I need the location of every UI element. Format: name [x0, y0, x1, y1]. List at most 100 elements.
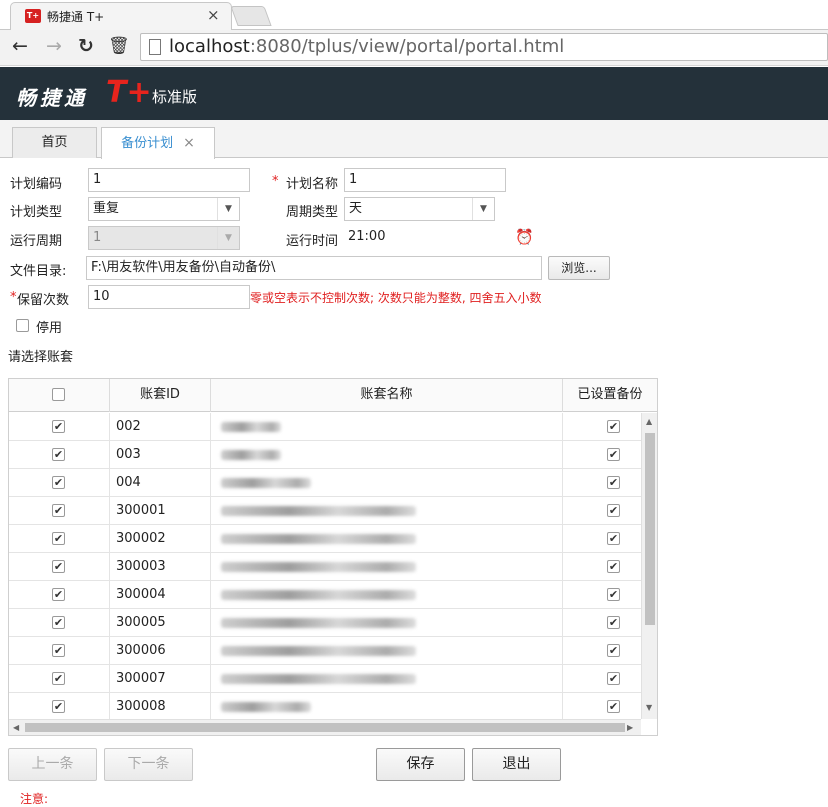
browse-button[interactable]: 浏览... — [548, 256, 610, 280]
browser-tab[interactable]: T+ 畅捷通 T+ × — [10, 2, 232, 30]
account-name-cell — [211, 581, 563, 609]
redacted-name — [221, 646, 416, 656]
header-backup-set[interactable]: 已设置备份 — [563, 379, 657, 412]
table-row[interactable]: ✔ 300003 ✔ — [9, 553, 641, 581]
redacted-name — [221, 562, 416, 572]
note-label: 注意: — [20, 792, 49, 806]
next-record-button[interactable]: 下一条 — [104, 748, 193, 781]
scroll-right-icon[interactable]: ▶ — [627, 723, 633, 732]
tab-backup-plan[interactable]: 备份计划 × — [101, 127, 215, 159]
row-checkbox[interactable]: ✔ — [52, 672, 65, 685]
alarm-clock-icon[interactable]: ⏰ — [515, 226, 534, 248]
forward-arrow-icon[interactable]: → — [46, 35, 62, 57]
horizontal-scrollbar[interactable]: ◀ ▶ — [9, 719, 641, 735]
row-checkbox[interactable]: ✔ — [52, 700, 65, 713]
row-select-cell: ✔ — [9, 553, 110, 581]
reload-icon[interactable]: ↻ — [78, 35, 94, 57]
row-select-cell: ✔ — [9, 525, 110, 553]
backup-checkbox[interactable]: ✔ — [607, 672, 620, 685]
new-tab-button[interactable] — [230, 6, 272, 26]
table-row[interactable]: ✔ 300008 ✔ — [9, 693, 641, 721]
row-checkbox[interactable]: ✔ — [52, 616, 65, 629]
trash-icon[interactable]: 🗑 — [108, 36, 130, 56]
redacted-name — [221, 674, 416, 684]
backup-checkbox[interactable]: ✔ — [607, 504, 620, 517]
row-checkbox[interactable]: ✔ — [52, 588, 65, 601]
table-row[interactable]: ✔ 300004 ✔ — [9, 581, 641, 609]
table-row[interactable]: ✔ 300001 ✔ — [9, 497, 641, 525]
backup-checkbox[interactable]: ✔ — [607, 560, 620, 573]
chevron-down-icon[interactable]: ▼ — [217, 198, 239, 220]
account-id-cell: 300002 — [110, 525, 211, 553]
select-all-checkbox[interactable] — [52, 388, 65, 401]
header-account-id[interactable]: 账套ID — [110, 379, 211, 412]
row-select-cell: ✔ — [9, 413, 110, 441]
tab-backup-plan-label: 备份计划 — [121, 136, 174, 151]
backup-checkbox[interactable]: ✔ — [607, 532, 620, 545]
backup-checkbox[interactable]: ✔ — [607, 420, 620, 433]
backup-checkbox[interactable]: ✔ — [607, 448, 620, 461]
table-row[interactable]: ✔ 300002 ✔ — [9, 525, 641, 553]
scroll-left-icon[interactable]: ◀ — [13, 723, 19, 732]
vertical-scrollbar[interactable]: ▲ ▼ — [641, 413, 657, 719]
keep-count-input[interactable]: 10 — [88, 285, 250, 309]
plan-type-label: 计划类型 — [10, 205, 63, 220]
save-button[interactable]: 保存 — [376, 748, 465, 781]
chevron-down-icon[interactable]: ▼ — [472, 198, 494, 220]
table-row[interactable]: ✔ 002 ✔ — [9, 413, 641, 441]
row-checkbox[interactable]: ✔ — [52, 504, 65, 517]
plan-name-input[interactable]: 1 — [344, 168, 506, 192]
browser-tab-close-icon[interactable]: × — [207, 6, 220, 24]
backup-checkbox[interactable]: ✔ — [607, 588, 620, 601]
required-mark: * — [10, 290, 17, 305]
back-arrow-icon[interactable]: ← — [12, 35, 28, 57]
header-select-all-cell — [9, 379, 110, 412]
run-time-input[interactable]: 21:00 ⏰ — [344, 226, 536, 250]
account-name-cell — [211, 525, 563, 553]
address-bar[interactable]: localhost:8080/tplus/view/portal/portal.… — [140, 33, 828, 61]
header-account-name[interactable]: 账套名称 — [211, 379, 563, 412]
table-row[interactable]: ✔ 004 ✔ — [9, 469, 641, 497]
plan-code-label: 计划编码 — [10, 177, 63, 192]
scroll-down-icon[interactable]: ▼ — [646, 703, 652, 712]
backup-set-cell: ✔ — [563, 413, 641, 441]
disable-checkbox[interactable] — [16, 319, 29, 332]
account-id-cell: 300008 — [110, 693, 211, 721]
table-row[interactable]: ✔ 003 ✔ — [9, 441, 641, 469]
row-checkbox[interactable]: ✔ — [52, 644, 65, 657]
backup-set-cell: ✔ — [563, 525, 641, 553]
redacted-name — [221, 590, 416, 600]
backup-set-cell: ✔ — [563, 637, 641, 665]
tab-close-icon[interactable]: × — [183, 135, 195, 151]
backup-checkbox[interactable]: ✔ — [607, 644, 620, 657]
exit-button[interactable]: 退出 — [472, 748, 561, 781]
plan-type-select[interactable]: 重复 ▼ — [88, 197, 240, 221]
plan-code-input[interactable]: 1 — [88, 168, 250, 192]
row-checkbox[interactable]: ✔ — [52, 420, 65, 433]
tab-home[interactable]: 首页 — [12, 127, 97, 158]
row-select-cell: ✔ — [9, 441, 110, 469]
row-checkbox[interactable]: ✔ — [52, 476, 65, 489]
horizontal-scroll-thumb[interactable] — [25, 723, 625, 732]
directory-input[interactable]: F:\用友软件\用友备份\自动备份\ — [86, 256, 542, 280]
backup-set-cell: ✔ — [563, 665, 641, 693]
table-row[interactable]: ✔ 300006 ✔ — [9, 637, 641, 665]
row-checkbox[interactable]: ✔ — [52, 560, 65, 573]
backup-checkbox[interactable]: ✔ — [607, 700, 620, 713]
backup-checkbox[interactable]: ✔ — [607, 616, 620, 629]
table-row[interactable]: ✔ 300007 ✔ — [9, 665, 641, 693]
table-row[interactable]: ✔ 300005 ✔ — [9, 609, 641, 637]
disable-label: 停用 — [36, 321, 63, 336]
account-name-cell — [211, 637, 563, 665]
scroll-up-icon[interactable]: ▲ — [646, 417, 652, 426]
backup-set-cell: ✔ — [563, 553, 641, 581]
run-time-value: 21:00 — [348, 229, 386, 244]
prev-record-button[interactable]: 上一条 — [8, 748, 97, 781]
row-checkbox[interactable]: ✔ — [52, 532, 65, 545]
url-text: localhost:8080/tplus/view/portal/portal.… — [169, 36, 565, 57]
cycle-type-select[interactable]: 天 ▼ — [344, 197, 495, 221]
backup-checkbox[interactable]: ✔ — [607, 476, 620, 489]
vertical-scroll-thumb[interactable] — [645, 433, 655, 625]
run-cycle-label: 运行周期 — [10, 234, 63, 249]
row-checkbox[interactable]: ✔ — [52, 448, 65, 461]
